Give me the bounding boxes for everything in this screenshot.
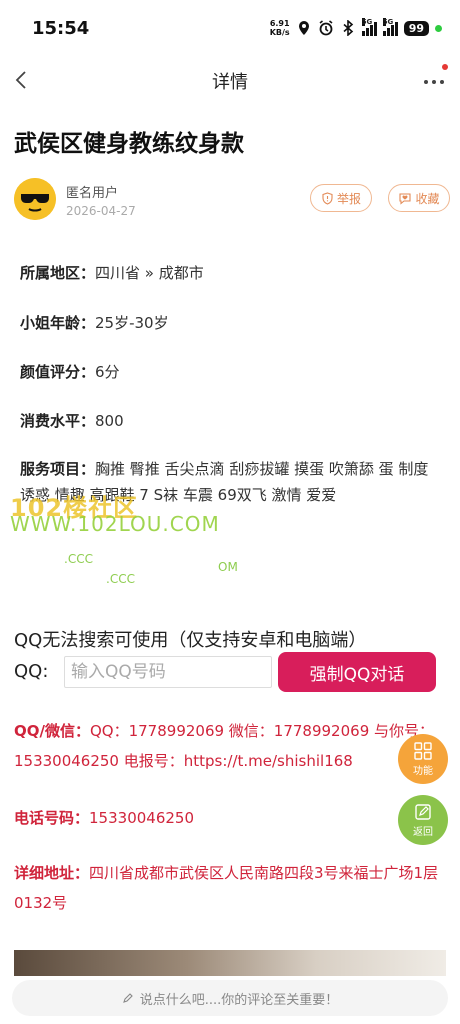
return-fab[interactable]: 返回	[398, 795, 448, 845]
battery-icon: 99	[403, 20, 429, 36]
sunglasses-avatar	[14, 178, 56, 220]
contact-value: 15330046250	[89, 809, 194, 827]
detail-price: 消费水平：800	[20, 410, 124, 431]
notification-dot	[442, 64, 448, 70]
privacy-dot	[435, 24, 442, 32]
report-button[interactable]: 举报	[310, 184, 372, 212]
favorite-button[interactable]: 收藏	[388, 184, 450, 212]
edit-icon	[415, 803, 431, 820]
author-row: 匿名用户 2026-04-27 举报 收藏	[14, 176, 450, 224]
alarm-icon	[319, 20, 333, 36]
qq-notice: QQ无法搜索可使用（仅支持安卓和电脑端）	[14, 630, 367, 651]
detail-label: 颜值评分：	[20, 363, 96, 381]
shield-icon	[322, 191, 333, 205]
pencil-icon	[122, 993, 133, 1003]
qq-label: QQ:	[14, 661, 49, 682]
net-speed-unit: KB/s	[269, 28, 290, 37]
function-fab[interactable]: 功能	[398, 734, 448, 784]
detail-value: 800	[95, 412, 124, 430]
qq-input[interactable]	[64, 656, 272, 688]
detail-rating: 颜值评分：6分	[20, 361, 120, 382]
detail-age: 小姐年龄：25岁-30岁	[20, 312, 169, 333]
contact-label: QQ/微信：	[14, 722, 90, 740]
grid-icon	[414, 741, 432, 760]
watermark-fragment: OM	[218, 560, 238, 574]
status-bar: 15:54 6.91 KB/s 5G 5G 99	[0, 0, 460, 58]
bluetooth-icon	[343, 20, 353, 36]
contact-qq-wechat: QQ/微信：QQ：1778992069 微信：1778992069 与你号：15…	[14, 716, 446, 776]
detail-value: 25岁-30岁	[95, 314, 169, 332]
contact-label: 详细地址：	[14, 864, 90, 882]
return-fab-label: 返回	[413, 826, 433, 838]
heart-chat-icon	[399, 192, 412, 205]
more-icon[interactable]	[422, 72, 446, 88]
status-icons: 6.91 KB/s 5G 5G 99	[270, 16, 442, 40]
detail-value: 6分	[95, 363, 120, 381]
contact-address: 详细地址：四川省成都市武侯区人民南路四段3号来福士广场1层0132号	[14, 858, 446, 918]
net-speed-value: 6.91	[269, 19, 290, 28]
detail-label: 小姐年龄：	[20, 314, 96, 332]
status-time: 15:54	[32, 18, 90, 39]
location-icon	[298, 21, 309, 35]
detail-label: 消费水平：	[20, 412, 96, 430]
detail-label: 服务项目：	[20, 460, 96, 478]
signal-icon-2: 5G	[382, 18, 398, 36]
author-name: 匿名用户	[66, 186, 119, 201]
network-speed: 6.91 KB/s	[270, 19, 290, 37]
signal-icon-1: 5G	[361, 18, 377, 36]
watermark-url: WWW.102LOU.COM	[10, 512, 220, 536]
comment-placeholder: 说点什么吧....你的评论至关重要！	[139, 992, 339, 1008]
nav-bar: 详情	[0, 58, 460, 102]
watermark-fragment: .CCC	[106, 572, 135, 586]
comment-input[interactable]: 说点什么吧....你的评论至关重要！	[12, 980, 448, 1016]
page-title: 武侯区健身教练纹身款	[14, 131, 244, 157]
favorite-label: 收藏	[415, 191, 440, 206]
watermark-fragment: .CCC	[64, 552, 93, 566]
report-label: 举报	[336, 191, 361, 206]
post-date: 2026-04-27	[66, 204, 136, 218]
function-fab-label: 功能	[413, 765, 433, 777]
detail-region: 所属地区：四川省 » 成都市	[20, 262, 204, 283]
signal-label-2: 5G	[382, 18, 394, 26]
detail-value: 四川省 » 成都市	[95, 264, 204, 282]
contact-phone: 电话号码：15330046250	[14, 803, 446, 833]
page-header-title: 详情	[212, 72, 248, 93]
force-qq-chat-button[interactable]: 强制QQ对话	[278, 652, 436, 692]
contact-label: 电话号码：	[14, 809, 90, 827]
post-photo[interactable]	[14, 950, 446, 976]
signal-label-1: 5G	[361, 18, 373, 26]
detail-label: 所属地区：	[20, 264, 96, 282]
avatar[interactable]	[14, 178, 56, 220]
